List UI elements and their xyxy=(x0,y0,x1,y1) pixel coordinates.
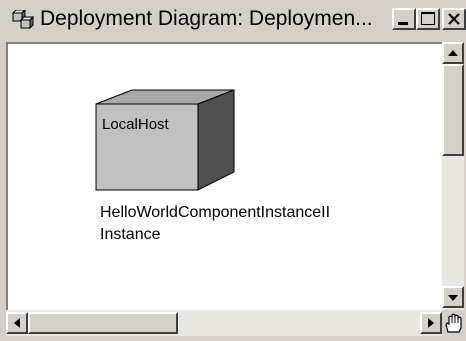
component-instance-caption-line1: HelloWorldComponentInstanceII xyxy=(100,204,331,221)
pan-corner[interactable] xyxy=(442,310,464,336)
node-localhost[interactable] xyxy=(95,89,235,191)
horizontal-scrollbar[interactable] xyxy=(6,310,442,336)
scroll-left-button[interactable] xyxy=(6,312,28,334)
diagram-canvas[interactable]: LocalHost HelloWorldComponentInstanceII … xyxy=(6,42,442,310)
diagram-window: Deployment Diagram: Deploymen... LocalHo… xyxy=(0,0,466,338)
horizontal-scroll-thumb[interactable] xyxy=(28,312,178,334)
close-button[interactable] xyxy=(442,8,466,30)
maximize-button[interactable] xyxy=(416,8,440,30)
minimize-icon xyxy=(398,22,408,25)
arrow-right-icon xyxy=(428,318,434,328)
maximize-icon xyxy=(421,12,435,25)
hand-pan-icon xyxy=(445,313,462,333)
minimize-button[interactable] xyxy=(392,8,416,30)
diagram-svg xyxy=(95,89,235,191)
vertical-scroll-thumb[interactable] xyxy=(442,64,464,156)
arrow-left-icon xyxy=(14,318,20,328)
component-instance-caption-line2: Instance xyxy=(100,226,161,243)
scroll-up-button[interactable] xyxy=(442,42,464,64)
close-icon xyxy=(448,13,460,25)
arrow-up-icon xyxy=(448,50,458,56)
node-side-face xyxy=(197,89,235,191)
scroll-down-button[interactable] xyxy=(442,286,464,308)
arrow-down-icon xyxy=(448,295,458,301)
vertical-scrollbar[interactable] xyxy=(442,42,464,310)
scroll-right-button[interactable] xyxy=(420,312,442,334)
node-label: LocalHost xyxy=(102,116,169,133)
deployment-diagram-icon[interactable] xyxy=(11,8,35,30)
window-title: Deployment Diagram: Deploymen... xyxy=(40,7,373,30)
title-bar[interactable]: Deployment Diagram: Deploymen... xyxy=(0,0,466,38)
